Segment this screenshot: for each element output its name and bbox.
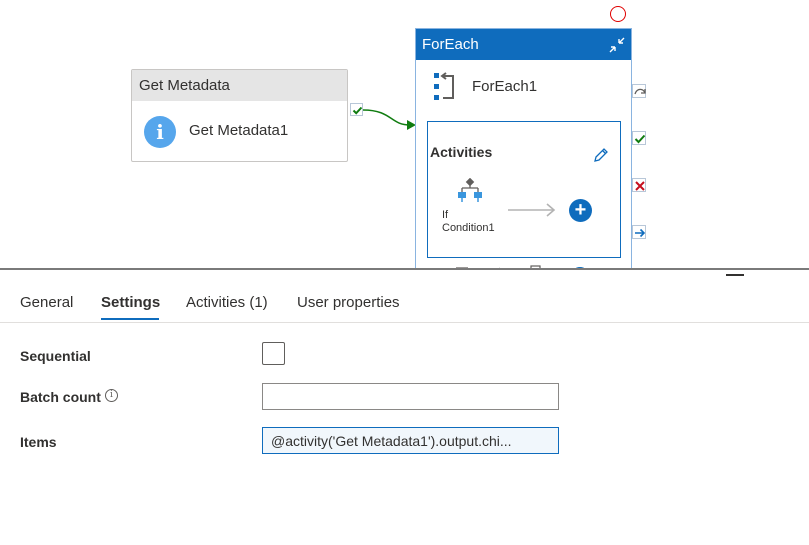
info-icon: i xyxy=(144,116,176,148)
sequential-label: Sequential xyxy=(20,348,91,364)
arrow-right-icon xyxy=(508,203,556,217)
activity-type-header: ForEach xyxy=(416,29,631,60)
batch-count-input[interactable] xyxy=(262,383,559,410)
tab-user-properties[interactable]: User properties xyxy=(297,294,400,311)
sequential-checkbox[interactable] xyxy=(262,342,285,365)
minimize-panel-icon[interactable] xyxy=(726,274,744,276)
properties-tabs: General Settings Activities (1) User pro… xyxy=(0,284,809,323)
batch-count-label: Batch count xyxy=(20,389,101,405)
inner-activity-name: If Condition1 xyxy=(442,209,512,235)
dependency-connector[interactable] xyxy=(362,100,418,134)
add-activity-button[interactable]: + xyxy=(569,199,592,222)
skip-output-icon[interactable] xyxy=(632,84,646,98)
collapse-icon[interactable] xyxy=(607,35,627,55)
tab-general[interactable]: General xyxy=(20,294,73,311)
items-input[interactable] xyxy=(262,427,559,454)
get-metadata-activity[interactable]: Get Metadata i Get Metadata1 xyxy=(131,69,348,162)
tab-activities[interactable]: Activities (1) xyxy=(186,294,268,311)
success-output-icon[interactable] xyxy=(632,131,646,145)
items-label: Items xyxy=(20,434,57,450)
panel-splitter[interactable] xyxy=(0,268,809,270)
completion-output-icon[interactable] xyxy=(632,225,646,239)
failure-output-icon[interactable] xyxy=(632,178,646,192)
inner-activities-container[interactable]: Activities If Condition1 + xyxy=(427,121,621,258)
if-condition-icon[interactable] xyxy=(457,178,483,204)
foreach-icon xyxy=(434,72,454,100)
activities-title: Activities xyxy=(430,144,493,160)
activity-name: Get Metadata1 xyxy=(189,122,289,139)
info-icon[interactable]: i xyxy=(105,389,118,402)
foreach-activity[interactable]: ForEach ForEach1 Activities If Condition… xyxy=(415,28,632,268)
edit-pencil-icon[interactable] xyxy=(592,146,610,164)
tab-settings[interactable]: Settings xyxy=(101,294,160,311)
inner-activity-name-line1: If xyxy=(442,209,449,221)
active-tab-indicator xyxy=(101,318,159,320)
activity-name: ForEach1 xyxy=(472,78,538,95)
foreach-header-label: ForEach xyxy=(422,36,479,53)
pipeline-canvas[interactable]: Get Metadata i Get Metadata1 ForEach For… xyxy=(0,0,809,268)
error-indicator-icon xyxy=(610,6,626,22)
activity-type-header: Get Metadata xyxy=(132,70,347,101)
inner-activity-name-line2: Condition1 xyxy=(442,222,495,234)
